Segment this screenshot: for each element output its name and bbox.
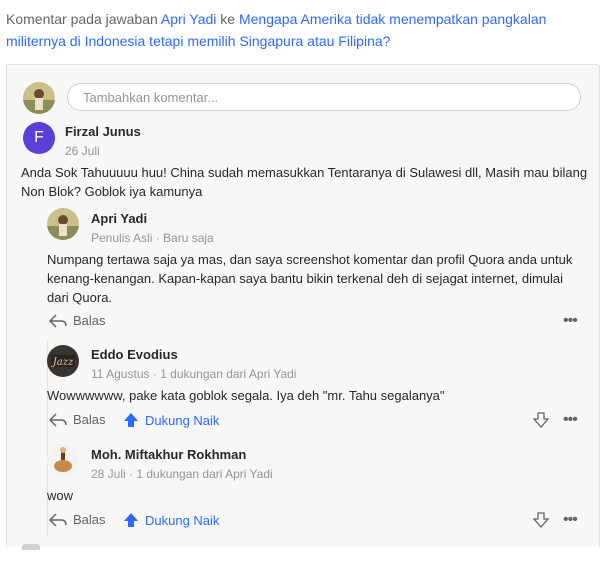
reply-label: Balas xyxy=(73,512,106,527)
reply-button[interactable]: Balas xyxy=(49,313,106,328)
reply-arrow-icon xyxy=(49,313,67,328)
upvote-arrow-icon xyxy=(123,412,139,428)
avatar[interactable]: Jazz xyxy=(47,345,79,377)
svg-text:Jazz: Jazz xyxy=(51,357,74,368)
comment-text: Numpang tertawa saja ya mas, dan saya sc… xyxy=(47,252,573,305)
comment-author-name[interactable]: Moh. Miftakhur Rokhman xyxy=(91,447,246,462)
comment-meta: 28 Juli · 1 dukungan dari Apri Yadi xyxy=(91,467,273,481)
downvote-arrow-icon[interactable] xyxy=(532,512,550,531)
upvote-button[interactable]: Dukung Naik xyxy=(123,412,219,428)
reply-button[interactable]: Balas xyxy=(49,412,106,427)
more-dots-icon[interactable]: ••• xyxy=(563,511,578,529)
comment-text: Anda Sok Tahuuuuu huu! China sudah memas… xyxy=(21,165,588,199)
next-item-stub xyxy=(22,544,40,550)
upvote-label: Dukung Naik xyxy=(145,512,220,528)
downvote-arrow-icon[interactable] xyxy=(532,412,550,431)
reply-label: Balas xyxy=(73,412,106,427)
upvote-label: Dukung Naik xyxy=(145,412,220,428)
current-user-avatar[interactable] xyxy=(23,82,55,114)
upvote-button[interactable]: Dukung Naik xyxy=(123,512,219,528)
add-comment-input[interactable]: Tambahkan komentar... xyxy=(67,83,581,111)
header-prefix: Komentar pada jawaban xyxy=(6,11,161,27)
comment-meta: 26 Juli xyxy=(65,144,100,158)
comment-author-name[interactable]: Eddo Evodius xyxy=(91,347,178,362)
more-dots-icon[interactable]: ••• xyxy=(563,411,578,429)
avatar-initial: F xyxy=(34,129,44,146)
answer-author-link[interactable]: Apri Yadi xyxy=(161,11,217,27)
comment-meta: 11 Agustus · 1 dukungan dari Apri Yadi xyxy=(91,367,297,381)
more-dots-icon[interactable]: ••• xyxy=(563,312,578,330)
comment-text: Wowwwwww, pake kata goblok segala. Iya d… xyxy=(47,388,445,403)
thread-divider xyxy=(47,341,48,537)
comment-author-name[interactable]: Firzal Junus xyxy=(65,124,141,139)
comments-panel: Tambahkan komentar... F Firzal Junus 26 … xyxy=(6,64,600,547)
header-mid: ke xyxy=(216,11,239,27)
reply-arrow-icon xyxy=(49,512,67,527)
reply-button[interactable]: Balas xyxy=(49,512,106,527)
comment-meta: Penulis Asli · Baru saja xyxy=(91,231,214,245)
avatar[interactable] xyxy=(47,444,79,476)
comment-context-header: Komentar pada jawaban Apri Yadi ke Menga… xyxy=(6,8,596,52)
avatar[interactable]: F xyxy=(23,122,55,154)
comment-author-name[interactable]: Apri Yadi xyxy=(91,211,147,226)
upvote-arrow-icon xyxy=(123,512,139,528)
comment-text: wow xyxy=(47,488,74,503)
reply-label: Balas xyxy=(73,313,106,328)
avatar[interactable] xyxy=(47,208,79,240)
reply-arrow-icon xyxy=(49,412,67,427)
